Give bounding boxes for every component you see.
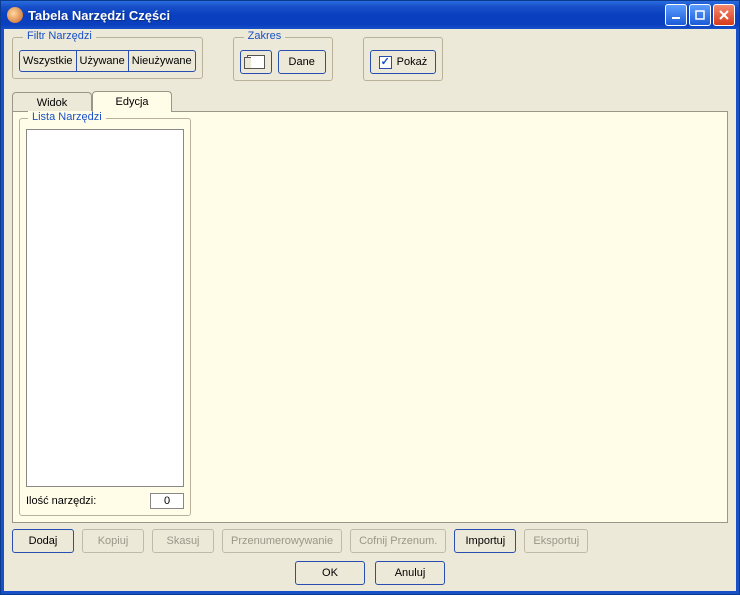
client-area: Filtr Narzędzi Wszystkie Używane Nieużyw… (1, 29, 739, 594)
tool-count-label: Ilość narzędzi: (26, 495, 96, 507)
delete-button[interactable]: Skasuj (152, 529, 214, 553)
window-title: Tabela Narzędzi Części (28, 8, 665, 23)
tab-edit[interactable]: Edycja (92, 91, 172, 112)
range-legend: Zakres (244, 30, 286, 42)
filter-legend: Filtr Narzędzi (23, 30, 96, 42)
tool-listbox[interactable] (26, 129, 184, 487)
range-group: Zakres Dane (233, 37, 333, 81)
copy-button[interactable]: Kopiuj (82, 529, 144, 553)
titlebar: Tabela Narzędzi Części (1, 1, 739, 29)
cancel-button[interactable]: Anuluj (375, 561, 445, 585)
tool-list-legend: Lista Narzędzi (28, 111, 106, 123)
tab-view[interactable]: Widok (12, 92, 92, 113)
tab-bar: Widok Edycja (12, 91, 728, 112)
range-data-button[interactable]: Dane (278, 50, 326, 74)
filter-used-button[interactable]: Używane (76, 50, 129, 72)
dialog-button-row: OK Anuluj (12, 557, 728, 585)
window-buttons (665, 4, 735, 26)
close-button[interactable] (713, 4, 735, 26)
tool-count-row: Ilość narzędzi: 0 (26, 493, 184, 509)
filter-group: Filtr Narzędzi Wszystkie Używane Nieużyw… (12, 37, 203, 79)
action-button-row: Dodaj Kopiuj Skasuj Przenumerowywanie Co… (12, 523, 728, 557)
tab-panel-edit: Lista Narzędzi Ilość narzędzi: 0 (12, 111, 728, 523)
range-box-icon (247, 55, 265, 69)
show-group: ✓ Pokaż (363, 37, 444, 81)
show-toggle[interactable]: ✓ Pokaż (370, 50, 437, 74)
export-button[interactable]: Eksportuj (524, 529, 588, 553)
import-button[interactable]: Importuj (454, 529, 516, 553)
app-icon (7, 7, 23, 23)
filter-all-button[interactable]: Wszystkie (19, 50, 77, 72)
top-toolbar-row: Filtr Narzędzi Wszystkie Używane Nieużyw… (12, 37, 728, 81)
minimize-button[interactable] (665, 4, 687, 26)
undo-renumber-button[interactable]: Cofnij Przenum. (350, 529, 446, 553)
maximize-button[interactable] (689, 4, 711, 26)
add-button[interactable]: Dodaj (12, 529, 74, 553)
ok-button[interactable]: OK (295, 561, 365, 585)
filter-buttons: Wszystkie Używane Nieużywane (19, 50, 196, 72)
range-buttons: Dane (240, 50, 326, 74)
range-icon-button[interactable] (240, 50, 272, 74)
filter-unused-button[interactable]: Nieużywane (128, 50, 196, 72)
checkbox-icon: ✓ (379, 56, 392, 69)
renumber-button[interactable]: Przenumerowywanie (222, 529, 342, 553)
show-label: Pokaż (397, 56, 428, 68)
tool-list-group: Lista Narzędzi Ilość narzędzi: 0 (19, 118, 191, 516)
tool-count-value: 0 (150, 493, 184, 509)
window: Tabela Narzędzi Części Filtr Narzędzi Ws… (0, 0, 740, 595)
